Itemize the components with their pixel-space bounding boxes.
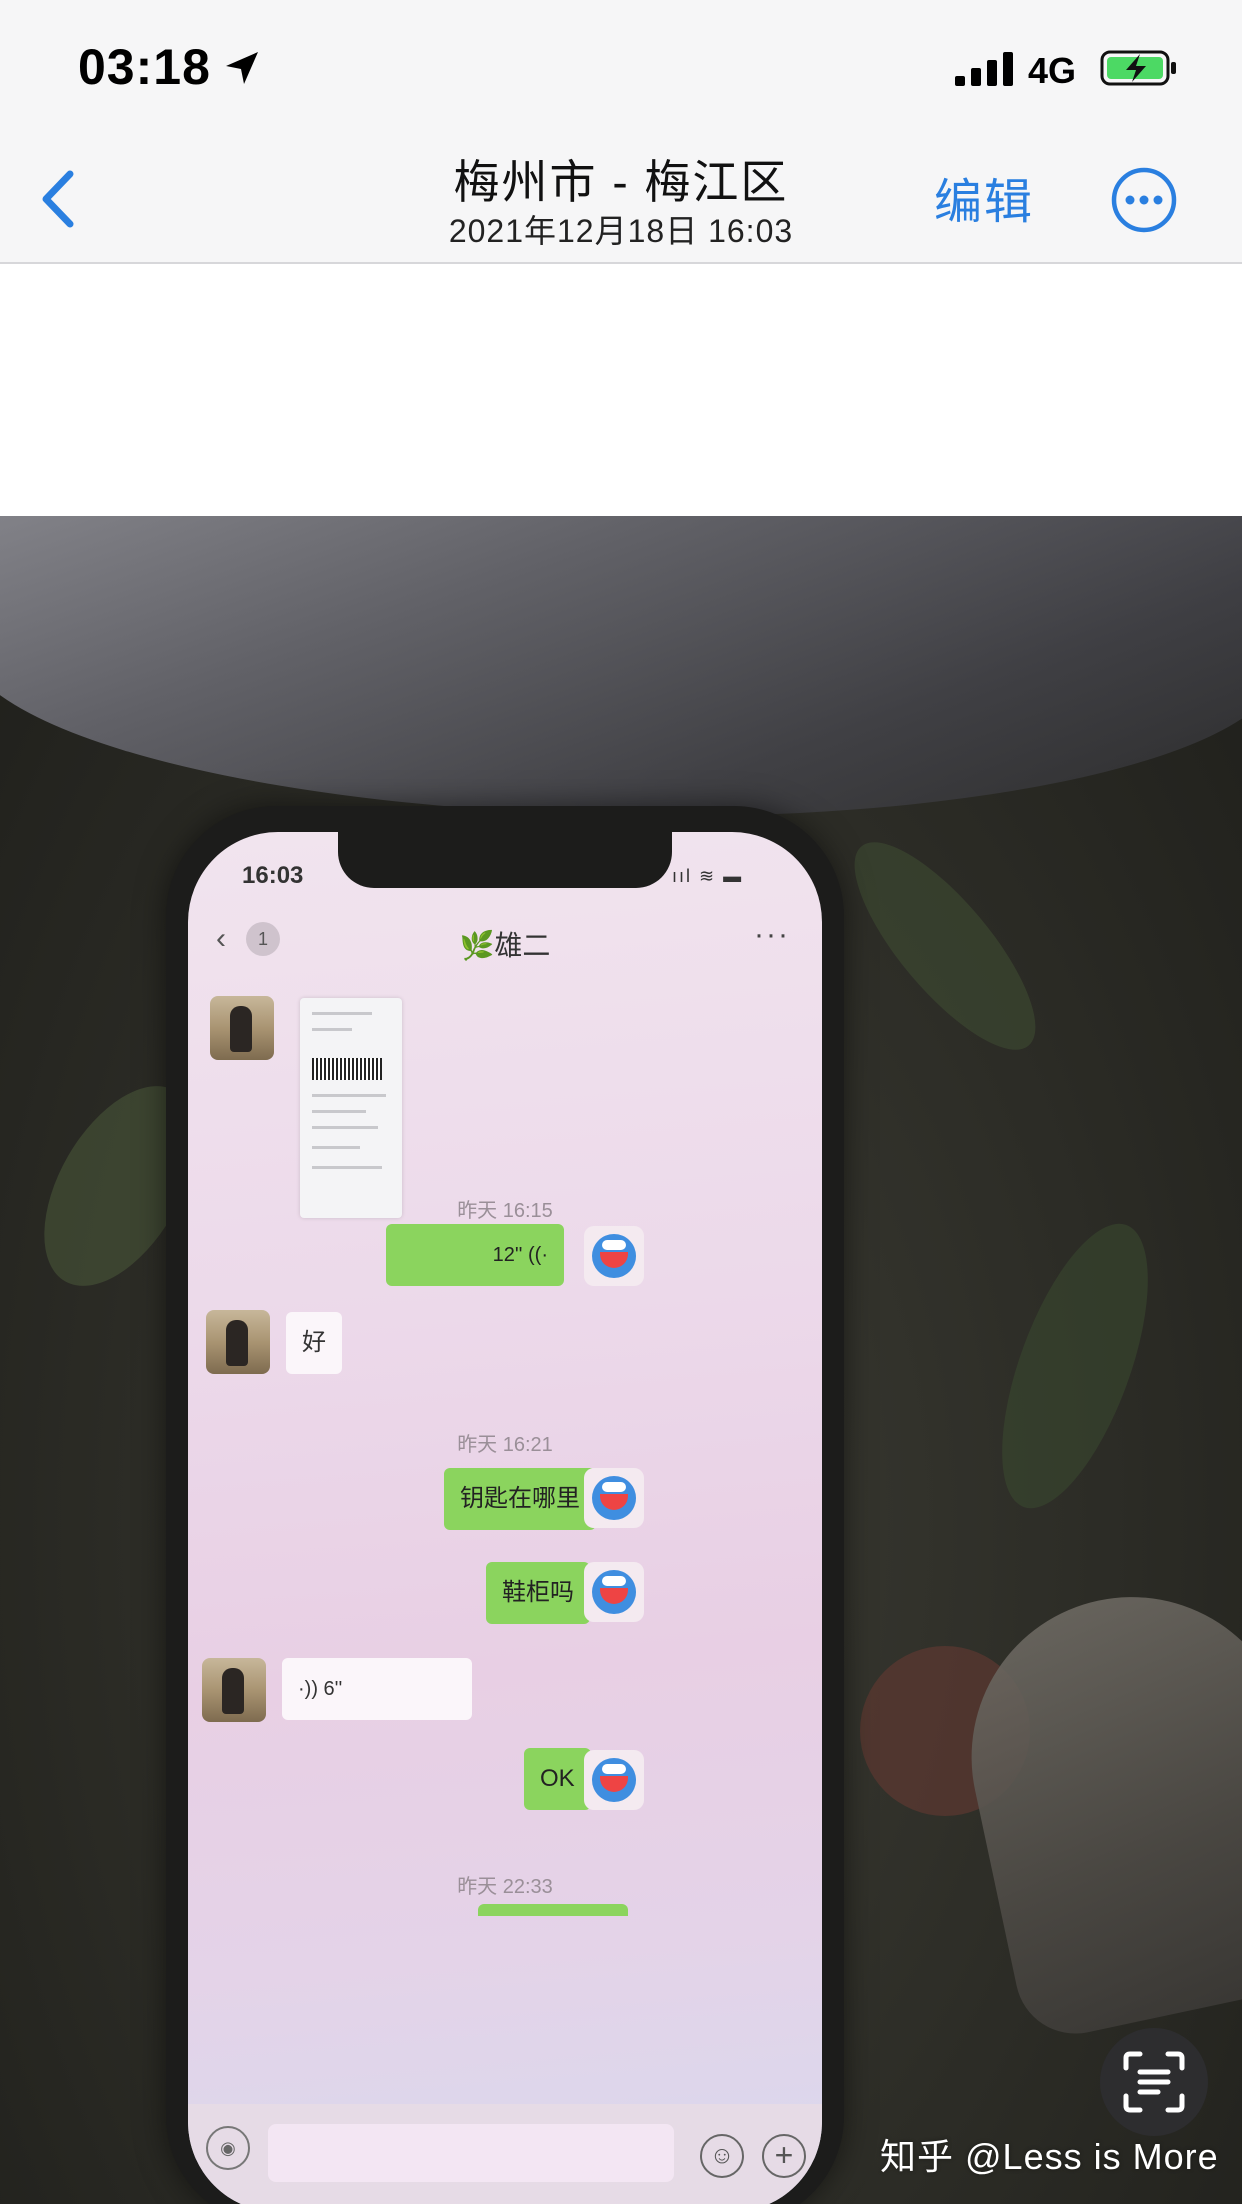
phone-status-icons: ııl ≋ ▬ (672, 866, 744, 886)
photo-location-title: 梅州市 - 梅江区 (453, 156, 789, 208)
my-text-message: 鞋柜吗 (486, 1562, 590, 1624)
voice-input-icon: ◉ (206, 2126, 250, 2170)
leaf-pattern (972, 1206, 1178, 1526)
navigation-bar: 梅州市 - 梅江区 2021年12月18日 16:03 编辑 (0, 132, 1242, 264)
contact-avatar (210, 996, 274, 1060)
photographed-phone: 16:03 ııl ≋ ▬ ‹ 1 🌿雄二 ··· 昨天 16:15 12'' … (166, 806, 844, 2204)
zhihu-watermark: 知乎 @Less is More (880, 2136, 1219, 2177)
phone-time: 16:03 (242, 862, 304, 889)
my-text-message: OK (524, 1748, 591, 1810)
ellipsis-circle-icon[interactable] (1110, 166, 1178, 234)
plus-icon: + (762, 2134, 806, 2178)
leaf-pattern (826, 817, 1064, 1075)
my-voice-message: 12'' ((· (386, 1224, 564, 1286)
network-type: 4G (1028, 50, 1077, 91)
chat-input-bar: ◉ ☺ + (188, 2104, 822, 2204)
live-text-glyph (1123, 2051, 1185, 2113)
edit-button[interactable]: 编辑 (934, 162, 1034, 232)
my-avatar (584, 1750, 644, 1810)
photo-viewer-image[interactable]: 16:03 ııl ≋ ▬ ‹ 1 🌿雄二 ··· 昨天 16:15 12'' … (0, 516, 1242, 2204)
my-text-message: 钥匙在哪里 (444, 1468, 596, 1530)
shared-screenshot-image (300, 998, 402, 1218)
my-avatar (584, 1226, 644, 1286)
cellular-signal-icon (955, 52, 1013, 86)
chat-contact-name: 🌿雄二 (459, 930, 551, 961)
finger (941, 1567, 1242, 2045)
my-avatar (584, 1562, 644, 1622)
my-avatar (584, 1468, 644, 1528)
live-text-scan-icon[interactable] (1100, 2028, 1208, 2136)
phone-screen: 16:03 ııl ≋ ▬ ‹ 1 🌿雄二 ··· 昨天 16:15 12'' … (188, 832, 822, 2204)
contact-avatar (202, 1658, 266, 1722)
message-timestamp: 昨天 16:21 (457, 1434, 553, 1456)
chat-more-icon: ··· (754, 918, 790, 951)
message-timestamp: 昨天 22:33 (457, 1876, 553, 1898)
status-time: 03:18 (78, 39, 211, 95)
battery-charging-icon (1100, 50, 1176, 86)
partial-message-bubble (478, 1904, 628, 1916)
message-timestamp: 昨天 16:15 (457, 1200, 553, 1222)
chat-text-field (268, 2124, 674, 2182)
contact-text-message: 好 (286, 1312, 342, 1374)
location-arrow-icon (226, 52, 258, 84)
phone-notch (338, 832, 672, 888)
contact-avatar (206, 1310, 270, 1374)
status-bar: 03:18 4G (0, 0, 1242, 132)
contact-voice-message: ·)) 6'' (282, 1658, 472, 1720)
blanket-background (0, 516, 1242, 816)
emoji-icon: ☺ (700, 2134, 744, 2178)
photo-date-subtitle: 2021年12月18日 16:03 (448, 213, 794, 249)
